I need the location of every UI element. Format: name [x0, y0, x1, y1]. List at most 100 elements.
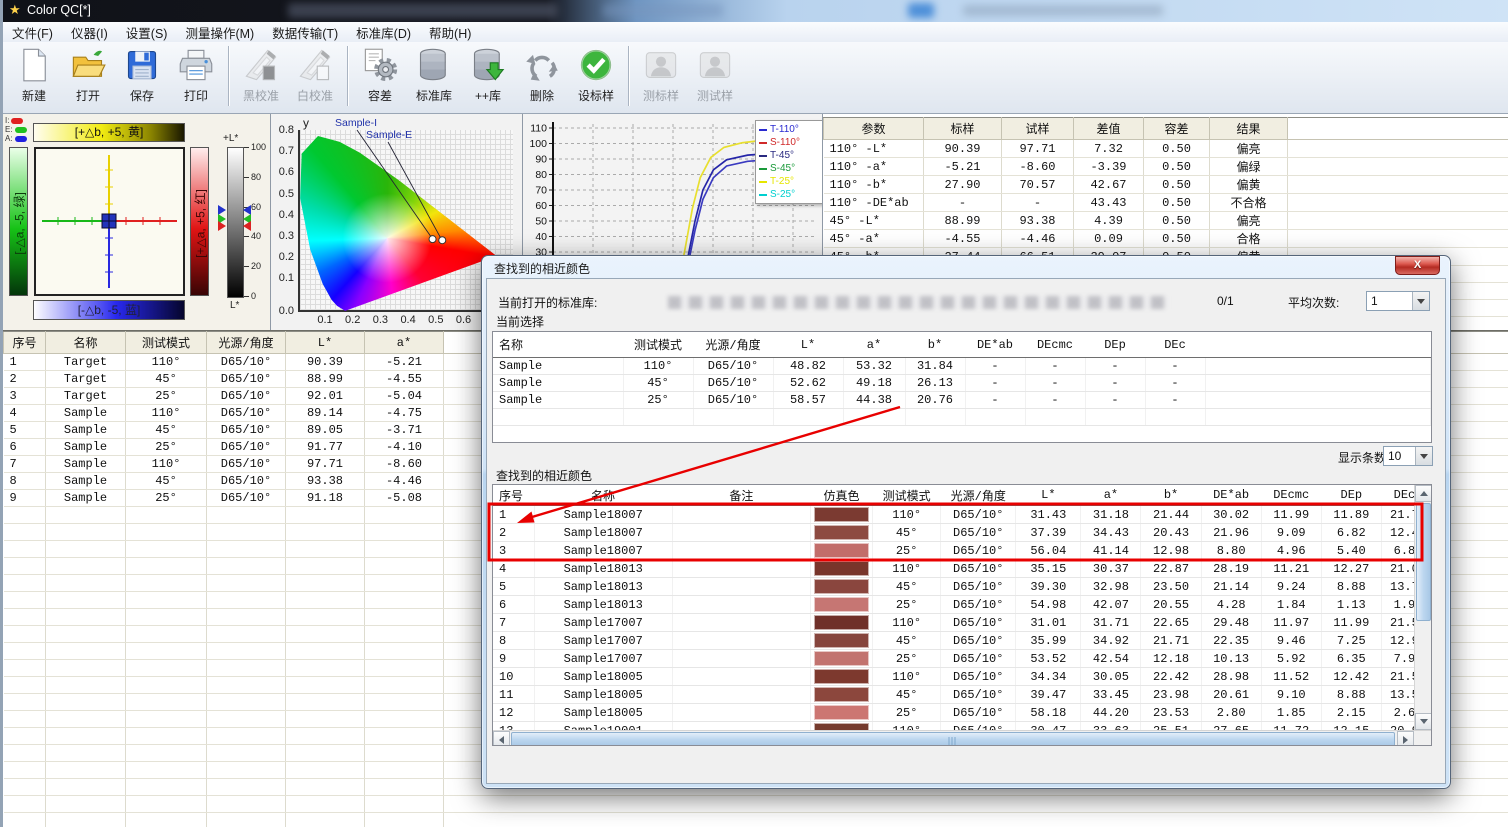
column-header: 试样: [1002, 118, 1074, 140]
cie-y-tick: 0.4: [270, 209, 294, 221]
menu-item-6[interactable]: 帮助(H): [420, 21, 480, 44]
menu-item-5[interactable]: 标准库(D): [347, 21, 420, 44]
scroll-left-button[interactable]: [493, 731, 510, 746]
table-cell: 20.76: [905, 392, 965, 409]
table-cell: 53.32: [843, 358, 905, 375]
svg-text:60: 60: [535, 200, 547, 212]
display-count-dropdown[interactable]: 10: [1383, 446, 1433, 466]
color-swatch: [814, 633, 869, 648]
table-cell: 22.42: [1141, 668, 1201, 686]
scroll-down-button[interactable]: [1415, 713, 1432, 730]
table-cell: 11.89: [1321, 506, 1381, 524]
toolbar-button-tolerance-gear[interactable]: 容差: [353, 44, 407, 110]
toolbar-button-measure-sample[interactable]: 测试样: [688, 44, 742, 110]
table-row[interactable]: 110° -DE*ab--43.430.50不合格: [824, 194, 1508, 212]
svg-text:100: 100: [529, 138, 547, 150]
table-cell: 8: [4, 473, 46, 490]
scroll-up-button[interactable]: [1415, 485, 1432, 502]
toolbar-button-save[interactable]: 保存: [115, 44, 169, 110]
table-cell: [672, 524, 810, 542]
table-cell: 30.02: [1201, 506, 1261, 524]
table-row[interactable]: 2Sample1800745°D65/10°37.3934.4320.4321.…: [493, 524, 1415, 542]
table-row[interactable]: 110° -L*90.3997.717.320.50偏亮: [824, 140, 1508, 158]
table-row[interactable]: 6Sample1801325°D65/10°54.9842.0720.554.2…: [493, 596, 1415, 614]
vertical-scrollbar[interactable]: [1414, 485, 1432, 730]
title-bar[interactable]: ★ Color QC[*]: [3, 0, 1508, 22]
table-row[interactable]: 9Sample1700725°D65/10°53.5242.5412.1810.…: [493, 650, 1415, 668]
horizontal-scrollbar-thumb[interactable]: [511, 732, 1395, 746]
lstar-tick-label: 80: [251, 172, 261, 182]
cie-origin-label: 0.0: [270, 305, 294, 317]
menu-item-3[interactable]: 测量操作(M): [176, 21, 263, 44]
table-row[interactable]: 12Sample1800525°D65/10°58.1844.2023.532.…: [493, 704, 1415, 722]
scroll-right-button[interactable]: [1397, 731, 1414, 746]
table-cell: 9.09: [1261, 524, 1321, 542]
table-row[interactable]: 8Sample1700745°D65/10°35.9934.9221.7122.…: [493, 632, 1415, 650]
column-header: a*: [365, 332, 444, 354]
table-row[interactable]: 10Sample18005110°D65/10°34.3430.0522.422…: [493, 668, 1415, 686]
table-row[interactable]: Sample45°D65/10°52.6249.1826.13----: [493, 375, 1431, 392]
table-row[interactable]: 4Sample18013110°D65/10°35.1530.3722.8728…: [493, 560, 1415, 578]
table-cell: 34.92: [1081, 632, 1141, 650]
table-row[interactable]: 13Sample19001110°D65/10°30.4733.6325.512…: [493, 722, 1415, 731]
table-row[interactable]: 45° -L*88.9993.384.390.50偏亮: [824, 212, 1508, 230]
column-header: 测试模式: [126, 332, 207, 354]
table-cell: 12.4: [1381, 524, 1415, 542]
toolbar-button-open-folder[interactable]: 打开: [61, 44, 115, 110]
table-cell: 54.98: [1016, 596, 1081, 614]
toolbar-button-database[interactable]: 标准库: [407, 44, 461, 110]
lstar-tick-label: 100: [251, 142, 266, 152]
table-cell: 110° -a*: [824, 158, 924, 176]
menu-item-4[interactable]: 数据传输(T): [263, 21, 347, 44]
empty-row: [4, 796, 1508, 813]
toolbar-separator: [347, 46, 348, 106]
lstar-marker: [243, 221, 251, 231]
table-row[interactable]: Sample110°D65/10°48.8253.3231.84----: [493, 358, 1431, 375]
table-cell: Sample18007: [534, 542, 672, 560]
table-row[interactable]: 5Sample1801345°D65/10°39.3032.9823.5021.…: [493, 578, 1415, 596]
toolbar-button-set-standard-check[interactable]: 设标样: [569, 44, 623, 110]
table-cell: 8.80: [1201, 542, 1261, 560]
table-cell: 45° -a*: [824, 230, 924, 248]
toolbar-button-new-document[interactable]: 新建: [7, 44, 61, 110]
vertical-scrollbar-thumb[interactable]: [1416, 503, 1431, 621]
table-cell: 10.13: [1201, 650, 1261, 668]
table-row[interactable]: Sample25°D65/10°58.5744.3820.76----: [493, 392, 1431, 409]
toolbar-button-white-calibration[interactable]: 白校准: [288, 44, 342, 110]
table-cell: 31.71: [1081, 614, 1141, 632]
toolbar-button-recycle[interactable]: 删除: [515, 44, 569, 110]
table-row[interactable]: 7Sample17007110°D65/10°31.0131.7122.6529…: [493, 614, 1415, 632]
horizontal-scrollbar[interactable]: [493, 730, 1431, 746]
menu-item-1[interactable]: 仪器(I): [62, 21, 117, 44]
table-cell: 110° -b*: [824, 176, 924, 194]
table-cell: 8.88: [1321, 578, 1381, 596]
toolbar-button-database-add[interactable]: ++库: [461, 44, 515, 110]
legend-entry: E:: [5, 125, 27, 134]
table-cell: 23.53: [1141, 704, 1201, 722]
table-row[interactable]: 11Sample1800545°D65/10°39.4733.4523.9820…: [493, 686, 1415, 704]
table-row[interactable]: 110° -b*27.9070.5742.670.50偏黄: [824, 176, 1508, 194]
table-row[interactable]: 1Sample18007110°D65/10°31.4331.1821.4430…: [493, 506, 1415, 524]
column-header: DEp: [1321, 485, 1381, 506]
spectral-legend-entry: S-110°: [759, 136, 821, 149]
toolbar-button-measure-standard[interactable]: 测标样: [634, 44, 688, 110]
dialog-close-button[interactable]: X: [1395, 256, 1440, 275]
toolbar-button-black-calibration[interactable]: 黑校准: [234, 44, 288, 110]
table-cell: [811, 578, 873, 596]
table-cell: 13: [493, 722, 534, 731]
table-row[interactable]: 3Sample1800725°D65/10°56.0441.1412.988.8…: [493, 542, 1415, 560]
table-row[interactable]: 45° -a*-4.55-4.460.090.50合格: [824, 230, 1508, 248]
average-count-dropdown[interactable]: 1: [1366, 291, 1430, 311]
toolbar-button-print[interactable]: 打印: [169, 44, 223, 110]
column-header: 备注: [672, 485, 810, 506]
table-row[interactable]: 110° -a*-5.21-8.60-3.390.50偏绿: [824, 158, 1508, 176]
legend-color-dash: [759, 168, 767, 170]
menu-item-2[interactable]: 设置(S): [117, 21, 177, 44]
dialog-title-bar[interactable]: 查找到的相近颜色: [482, 256, 1450, 277]
menu-item-0[interactable]: 文件(F): [3, 21, 62, 44]
lstar-tick-label: 60: [251, 202, 261, 212]
table-cell: 110°: [623, 358, 693, 375]
column-header: 光源/角度: [941, 485, 1016, 506]
measure-standard-icon: [643, 47, 679, 85]
dialog-title: 查找到的相近颜色: [494, 260, 590, 277]
